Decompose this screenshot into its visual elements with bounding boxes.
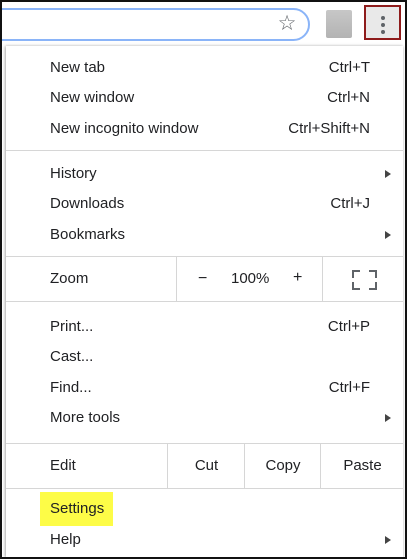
edit-label: Edit [50, 457, 76, 474]
browser-toolbar: ☆ [2, 2, 405, 46]
zoom-controls: − 100% + [176, 257, 404, 301]
menu-item-shortcut: Ctrl+T [328, 59, 370, 76]
menu-item-print[interactable]: Print... Ctrl+P [6, 312, 403, 342]
menu-item-label: Cast... [50, 348, 94, 365]
profile-avatar[interactable] [326, 10, 352, 38]
zoom-in-button[interactable]: + [293, 269, 302, 287]
menu-item-label: New tab [50, 59, 106, 76]
menu-item-label: Downloads [50, 195, 125, 212]
submenu-arrow-icon [385, 170, 391, 178]
menu-item-help[interactable]: Help [6, 525, 403, 555]
menu-item-cast[interactable]: Cast... [6, 342, 403, 372]
menu-item-label: History [50, 165, 97, 182]
menu-item-label: More tools [50, 409, 121, 426]
zoom-out-button[interactable]: − [198, 270, 207, 288]
settings-highlight: Settings [40, 492, 114, 526]
paste-button[interactable]: Paste [320, 444, 404, 488]
menu-item-shortcut: Ctrl+Shift+N [288, 120, 370, 137]
submenu-arrow-icon [385, 231, 391, 239]
menu-item-label: Find... [50, 379, 92, 396]
address-bar[interactable] [2, 8, 310, 41]
zoom-label: Zoom [50, 270, 89, 287]
three-dot-menu-icon [381, 16, 385, 20]
menu-item-shortcut: Ctrl+N [327, 89, 370, 106]
menu-item-find[interactable]: Find... Ctrl+F [6, 373, 403, 403]
star-icon[interactable]: ☆ [276, 13, 298, 35]
fullscreen-icon [352, 270, 360, 278]
menu-divider [6, 301, 403, 302]
menu-item-shortcut: Ctrl+J [330, 195, 370, 212]
menu-item-new-incognito-window[interactable]: New incognito window Ctrl+Shift+N [6, 114, 403, 144]
menu-divider [6, 150, 403, 151]
menu-item-label: New incognito window [50, 120, 199, 137]
menu-item-bookmarks[interactable]: Bookmarks [6, 220, 403, 250]
screenshot-frame: ☆ New tab Ctrl+T New window Ctrl+N New i… [0, 0, 407, 559]
menu-item-new-tab[interactable]: New tab Ctrl+T [6, 53, 403, 83]
fullscreen-button[interactable] [322, 257, 405, 301]
three-dot-menu-button[interactable] [364, 5, 401, 40]
menu-item-shortcut: Ctrl+P [327, 318, 370, 335]
zoom-row: Zoom − 100% + [6, 257, 403, 301]
menu-item-label: Print... [50, 318, 94, 335]
chrome-main-menu: New tab Ctrl+T New window Ctrl+N New inc… [6, 46, 403, 557]
menu-item-new-window[interactable]: New window Ctrl+N [6, 83, 403, 113]
copy-button[interactable]: Copy [244, 444, 321, 488]
cut-button[interactable]: Cut [167, 444, 245, 488]
submenu-arrow-icon [385, 414, 391, 422]
menu-item-more-tools[interactable]: More tools [6, 403, 403, 433]
menu-item-label: New window [50, 89, 135, 106]
edit-row: Edit Cut Copy Paste [6, 444, 403, 488]
submenu-arrow-icon [385, 536, 391, 544]
menu-item-history[interactable]: History [6, 159, 403, 189]
menu-item-shortcut: Ctrl+F [328, 379, 370, 396]
menu-item-settings[interactable]: Settings [6, 492, 403, 526]
menu-item-label: Bookmarks [50, 226, 126, 243]
menu-divider [6, 488, 403, 489]
menu-item-label: Help [50, 531, 81, 548]
zoom-level: 100% [231, 270, 270, 287]
menu-item-downloads[interactable]: Downloads Ctrl+J [6, 189, 403, 219]
